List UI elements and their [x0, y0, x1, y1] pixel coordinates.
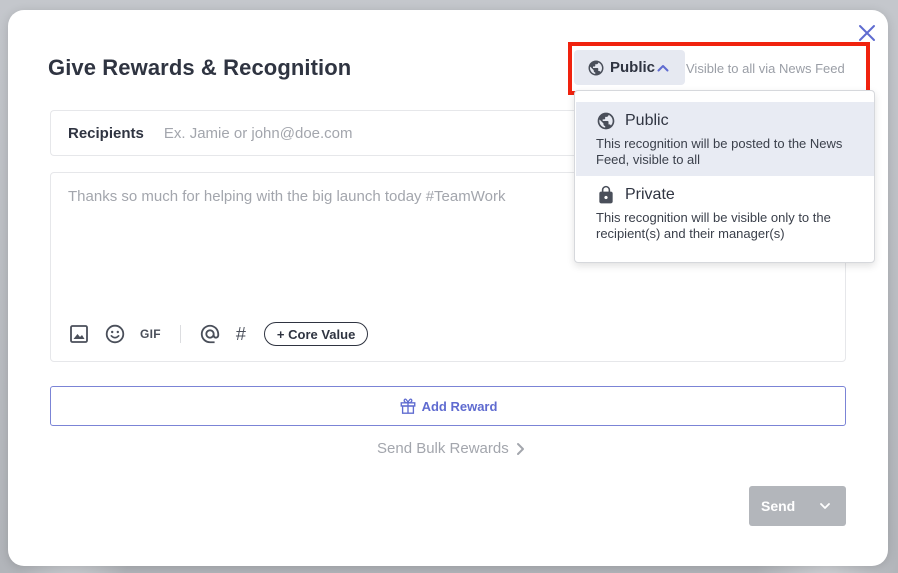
send-bulk-rewards-link[interactable]: Send Bulk Rewards	[377, 440, 525, 457]
send-label: Send	[761, 498, 796, 514]
core-value-button[interactable]: + Core Value	[263, 322, 369, 346]
visibility-option-label: Public	[625, 112, 669, 129]
visibility-dropdown-menu: Public This recognition will be posted t…	[574, 90, 875, 263]
send-button[interactable]: Send	[749, 486, 846, 526]
gif-button[interactable]: GIF	[140, 327, 161, 341]
image-icon[interactable]	[68, 324, 90, 344]
mention-icon[interactable]	[199, 323, 221, 345]
hashtag-button[interactable]: #	[236, 324, 246, 345]
highlight-annotation-box	[568, 42, 870, 95]
send-bulk-rewards-label: Send Bulk Rewards	[377, 440, 509, 457]
recipients-row: Recipients	[50, 110, 610, 156]
globe-icon	[597, 112, 615, 130]
chevron-down-icon[interactable]	[819, 501, 831, 511]
modal-title: Give Rewards & Recognition	[48, 55, 352, 80]
close-button[interactable]	[856, 22, 878, 44]
visibility-option-description: This recognition will be posted to the N…	[596, 136, 843, 167]
gift-icon	[400, 398, 416, 414]
chevron-right-icon	[515, 442, 525, 456]
toolbar-divider	[179, 325, 181, 343]
close-icon	[859, 25, 875, 41]
message-placeholder: Thanks so much for helping with the big …	[68, 188, 506, 205]
message-toolbar: GIF # + Core Value	[68, 321, 369, 347]
emoji-icon[interactable]	[104, 324, 126, 344]
visibility-option-private[interactable]: Private This recognition will be visible…	[576, 176, 874, 250]
visibility-option-label: Private	[625, 186, 675, 203]
recipients-label: Recipients	[68, 124, 144, 142]
recipients-input[interactable]	[163, 124, 544, 142]
visibility-option-public[interactable]: Public This recognition will be posted t…	[576, 102, 874, 176]
add-reward-button[interactable]: Add Reward	[50, 386, 846, 426]
visibility-option-description: This recognition will be visible only to…	[596, 210, 831, 241]
add-reward-label: Add Reward	[421, 398, 498, 414]
lock-icon	[599, 185, 613, 204]
